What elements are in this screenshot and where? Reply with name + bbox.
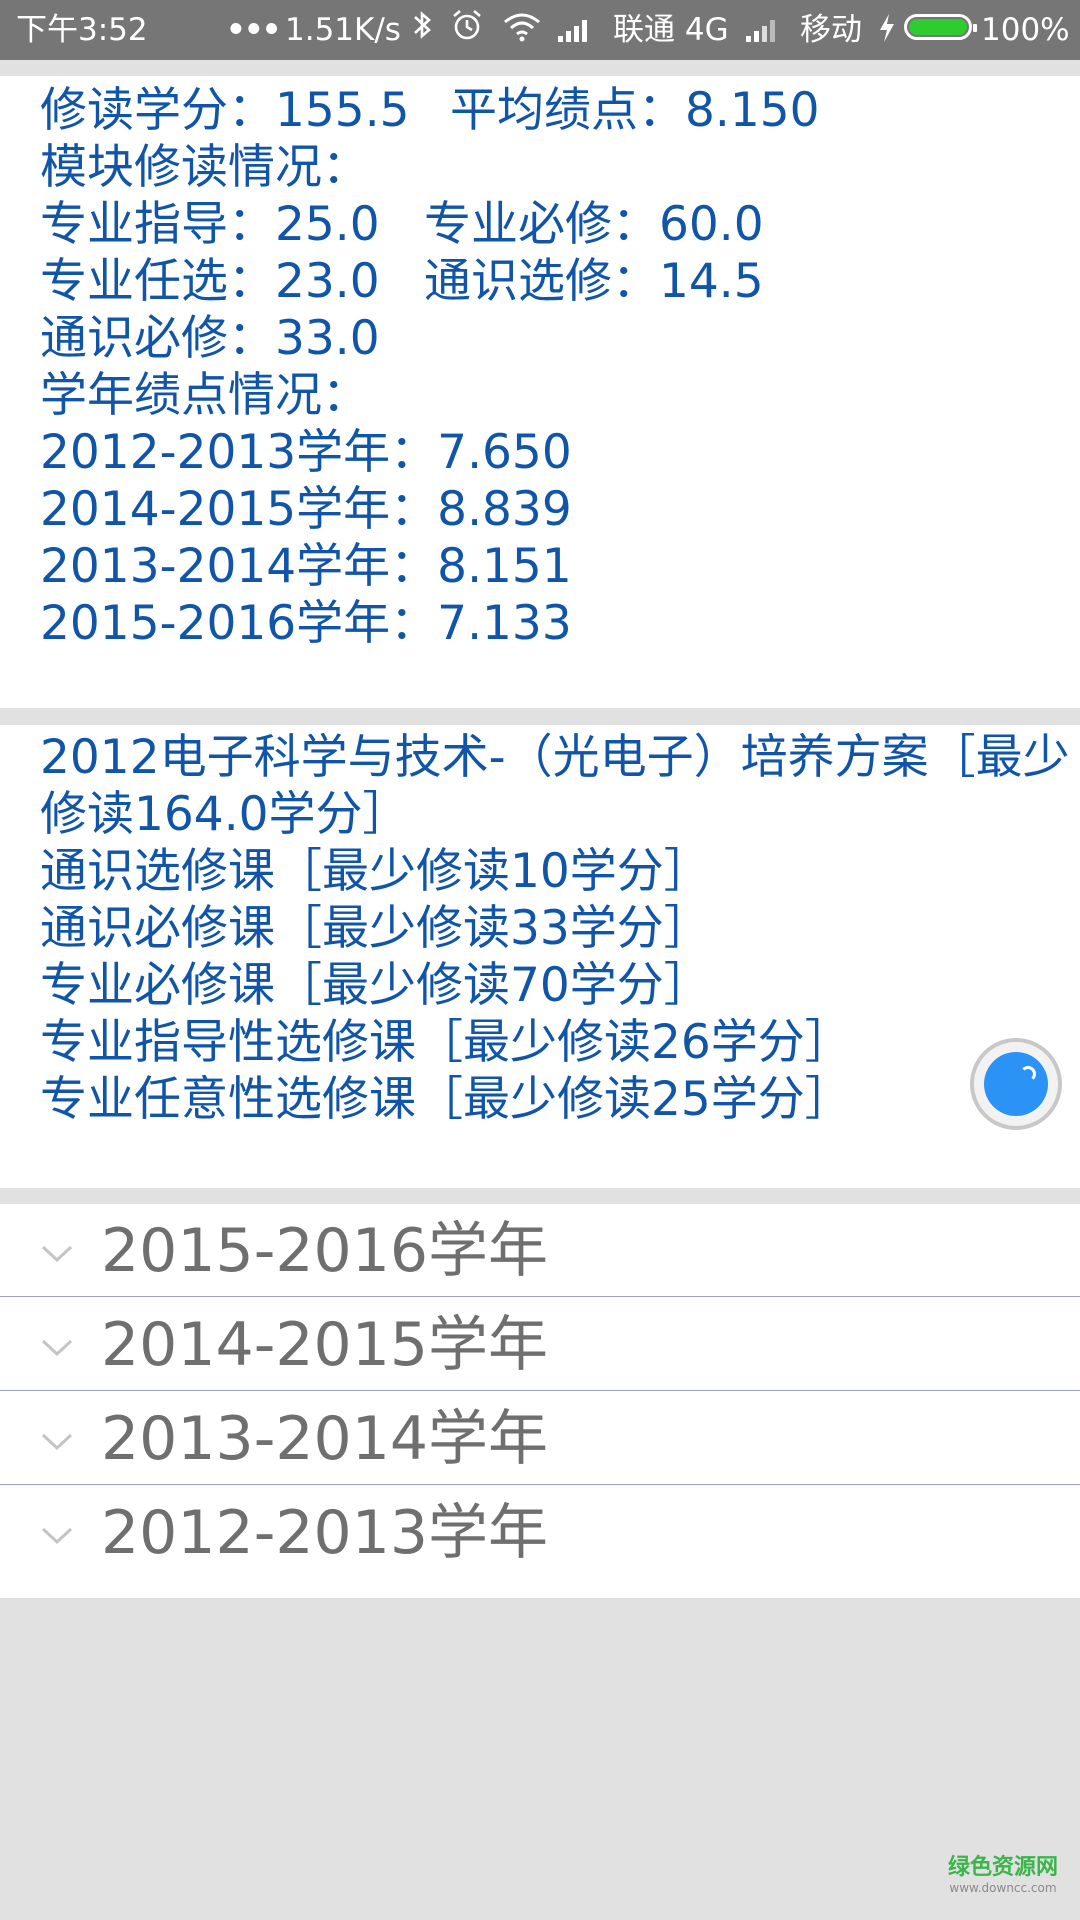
notification-dots: ••• <box>226 12 281 48</box>
watermark-url: www.downcc.com <box>949 1881 1057 1895</box>
year-row-2013-2014[interactable]: 2013-2014学年 <box>0 1392 1080 1485</box>
watermark: 绿色资源网 www.downcc.com <box>948 1855 1058 1895</box>
module-item: 专业指导：25.0 <box>40 197 380 252</box>
wifi-icon <box>502 12 542 52</box>
training-plan-card: 2012电子科学与技术-（光电子）培养方案［最少修读164.0学分］ 通识选修课… <box>0 725 1080 1188</box>
plan-item: 通识必修课［最少修读33学分］ <box>40 901 711 956</box>
network-speed: 1.51K/s <box>285 12 401 48</box>
grade-summary-card: 修读学分：155.5 平均绩点：8.150 模块修读情况： 专业指导：25.0 专业… <box>0 76 1080 708</box>
charging-icon <box>876 12 898 54</box>
plan-item: 专业指导性选修课［最少修读26学分］ <box>40 1015 852 1070</box>
academic-year-list: 2015-2016学年 2014-2015学年 2013-2014学年 2012… <box>0 1204 1080 1598</box>
year-label: 2012-2013学年 <box>101 1498 549 1568</box>
carrier-2: 移动 <box>800 12 862 48</box>
year-gpa-item: 2013-2014学年：8.151 <box>40 539 572 594</box>
year-gpa-item: 2012-2013学年：7.650 <box>40 425 572 480</box>
chevron-down-icon <box>41 1527 73 1545</box>
summary-row-modules-2: 专业任选：23.0 通识选修：14.5 <box>40 253 764 310</box>
chevron-down-icon <box>41 1339 73 1357</box>
average-gpa: 平均绩点：8.150 <box>450 83 820 138</box>
year-label: 2014-2015学年 <box>101 1310 549 1380</box>
year-row-2015-2016[interactable]: 2015-2016学年 <box>0 1204 1080 1297</box>
summary-row-1: 修读学分：155.5 平均绩点：8.150 <box>40 82 820 139</box>
year-label: 2013-2014学年 <box>101 1404 549 1474</box>
plan-item: 专业任意性选修课［最少修读25学分］ <box>40 1072 852 1127</box>
summary-row-modules-1: 专业指导：25.0 专业必修：60.0 <box>40 196 764 253</box>
year-row-2014-2015[interactable]: 2014-2015学年 <box>0 1298 1080 1391</box>
total-credits: 修读学分：155.5 <box>40 83 410 138</box>
status-time: 下午3:52 <box>16 12 148 48</box>
chevron-down-icon <box>41 1245 73 1263</box>
status-bar: 下午3:52 ••• 1.51K/s 联通 4G 移动 100% <box>0 0 1080 60</box>
plan-item: 专业必修课［最少修读70学分］ <box>40 958 711 1013</box>
module-item: 专业任选：23.0 <box>40 254 380 309</box>
signal-icon <box>556 14 594 54</box>
signal-icon <box>744 14 782 54</box>
year-gpa-heading: 学年绩点情况： <box>40 368 369 423</box>
year-gpa-item: 2014-2015学年：8.839 <box>40 482 572 537</box>
year-label: 2015-2016学年 <box>101 1216 549 1286</box>
plan-title: 2012电子科学与技术-（光电子）培养方案［最少修读164.0学分］ <box>40 730 1070 842</box>
chevron-down-icon <box>41 1433 73 1451</box>
plan-item: 通识选修课［最少修读10学分］ <box>40 844 711 899</box>
module-item: 通识选修：14.5 <box>424 254 764 309</box>
module-heading: 模块修读情况： <box>40 140 369 195</box>
refresh-icon <box>984 1052 1048 1116</box>
battery-percent: 100% <box>981 12 1070 48</box>
watermark-title: 绿色资源网 <box>947 1855 1058 1880</box>
bluetooth-icon <box>410 8 436 52</box>
alarm-icon <box>450 8 484 52</box>
year-row-2012-2013[interactable]: 2012-2013学年 <box>0 1486 1080 1579</box>
module-item: 专业必修：60.0 <box>424 197 764 252</box>
module-item: 通识必修：33.0 <box>40 311 380 366</box>
floating-action-button[interactable] <box>970 1038 1062 1130</box>
battery-icon <box>904 14 977 40</box>
carrier-1: 联通 4G <box>613 12 729 48</box>
year-gpa-item: 2015-2016学年：7.133 <box>40 596 572 651</box>
